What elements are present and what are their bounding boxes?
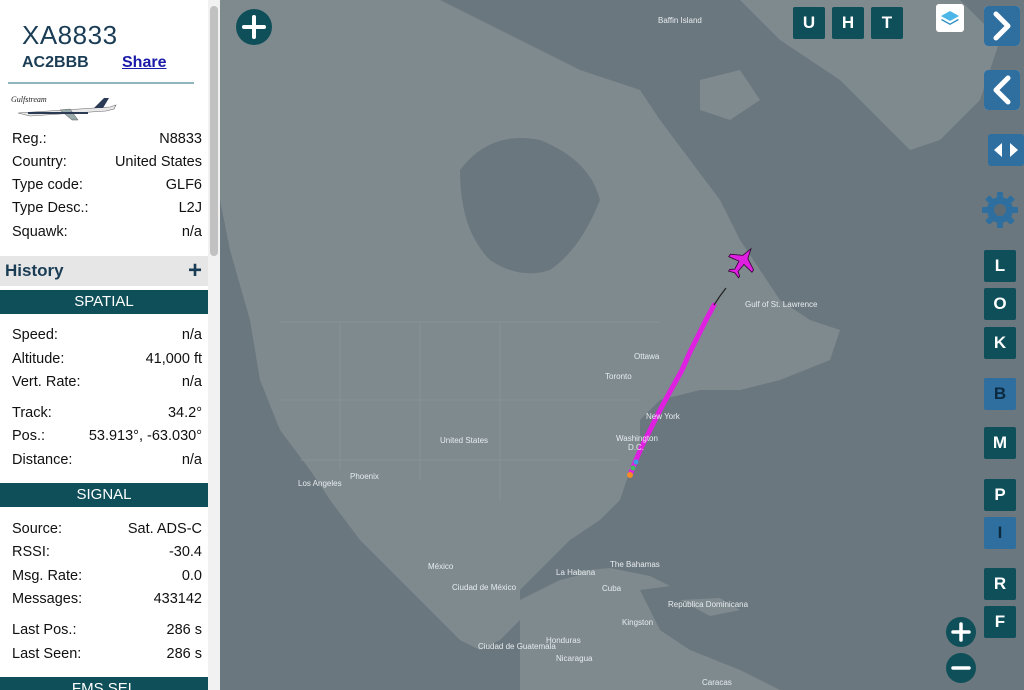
plus-icon[interactable]: + — [188, 257, 202, 285]
spatial-row-vert-rate: Vert. Rate: n/a — [12, 374, 202, 390]
map-view[interactable]: Baffin Island Gulf of St. Lawrence Ottaw… — [220, 0, 1024, 690]
toggle-b-button[interactable]: B — [984, 378, 1016, 410]
detail-row-reg: Reg.: N8833 — [12, 131, 202, 147]
section-fms-sel: FMS SEL — [0, 677, 208, 690]
map-label-new-york: New York — [646, 412, 680, 421]
map-label-ciudad-de-mexico: Ciudad de México — [452, 583, 517, 592]
spatial-row-distance: Distance: n/a — [12, 452, 202, 468]
toggle-m-button[interactable]: M — [984, 427, 1016, 459]
detail-row-country: Country: United States — [12, 154, 202, 170]
map-label-phoenix: Phoenix — [350, 472, 379, 481]
history-header[interactable]: History + — [0, 256, 208, 286]
callsign: XA8833 — [22, 20, 118, 50]
map-label-ciudad-de-guatemala: Ciudad de Guatemala — [478, 642, 556, 651]
map-label-united-states: United States — [440, 436, 489, 445]
toggle-l-button[interactable]: L — [984, 250, 1016, 282]
resize-panel-button[interactable] — [988, 134, 1024, 166]
zoom-in-button-top[interactable] — [236, 9, 272, 45]
map-label-ottawa: Ottawa — [634, 352, 660, 361]
share-link[interactable]: Share — [122, 54, 166, 72]
layers-icon — [941, 11, 959, 25]
chevron-right-icon — [984, 6, 1020, 46]
detail-row-squawk: Squawk: n/a — [12, 224, 202, 240]
detail-row-type-code: Type code: GLF6 — [12, 177, 202, 193]
signal-row-msg-rate: Msg. Rate: 0.0 — [12, 568, 202, 584]
map-label-mexico: México — [428, 562, 454, 571]
toggle-k-button[interactable]: K — [984, 327, 1016, 359]
spatial-row-position: Pos.: 53.913°, -63.030° — [12, 428, 202, 444]
zoom-out-button[interactable] — [946, 653, 976, 683]
map-label-baffin: Baffin Island — [658, 16, 702, 25]
divider — [8, 82, 194, 84]
expand-panel-button[interactable] — [984, 6, 1020, 46]
section-spatial: SPATIAL — [0, 290, 208, 314]
map-label-republica-dominicana: República Dominicana — [668, 600, 749, 609]
collapse-panel-button[interactable] — [984, 70, 1020, 110]
map-label-washington: Washington — [616, 434, 658, 443]
settings-button[interactable] — [980, 190, 1020, 230]
signal-row-messages: Messages: 433142 — [12, 591, 202, 607]
map-label-dc: D.C. — [628, 443, 644, 452]
toggle-p-button[interactable]: P — [984, 479, 1016, 511]
map-label-la-habana: La Habana — [556, 568, 596, 577]
toggle-f-button[interactable]: F — [984, 606, 1016, 638]
toggle-r-button[interactable]: R — [984, 568, 1016, 600]
map-label-caracas: Caracas — [702, 678, 732, 687]
signal-row-source: Source: Sat. ADS-C — [12, 521, 202, 537]
toggle-t-button[interactable]: T — [871, 7, 903, 39]
aircraft-thumbnail: Gulfstream — [11, 95, 117, 121]
section-signal: SIGNAL — [0, 483, 208, 507]
map-label-los-angeles: Los Angeles — [298, 479, 342, 488]
map-label-cuba: Cuba — [602, 584, 622, 593]
arrows-horizontal-icon — [994, 143, 1018, 157]
layers-button[interactable] — [936, 4, 964, 32]
hex-code: AC2BBB — [22, 54, 89, 71]
aircraft-info-panel: XA8833 AC2BBB Share Gulfstream Reg.: N883… — [0, 0, 208, 690]
map-label-bahamas: The Bahamas — [610, 560, 660, 569]
map-label-gulf: Gulf of St. Lawrence — [745, 300, 818, 309]
toggle-u-button[interactable]: U — [793, 7, 825, 39]
chevron-left-icon — [984, 70, 1020, 110]
gear-icon — [982, 192, 1018, 228]
minus-icon — [951, 666, 971, 670]
toggle-h-button[interactable]: H — [832, 7, 864, 39]
sidebar-scrollbar[interactable] — [208, 0, 220, 690]
spatial-row-track: Track: 34.2° — [12, 405, 202, 421]
detail-row-type-desc: Type Desc.: L2J — [12, 200, 202, 216]
map-label-kingston: Kingston — [622, 618, 654, 627]
plus-icon — [242, 15, 266, 39]
zoom-in-button[interactable] — [946, 617, 976, 647]
signal-row-rssi: RSSI: -30.4 — [12, 544, 202, 560]
signal-row-last-seen: Last Seen: 286 s — [12, 646, 202, 662]
signal-row-last-pos: Last Pos.: 286 s — [12, 622, 202, 638]
map-label-toronto: Toronto — [605, 372, 632, 381]
map-label-nicaragua: Nicaragua — [556, 654, 593, 663]
spatial-row-altitude: Altitude: 41,000 ft — [12, 351, 202, 367]
toggle-o-button[interactable]: O — [984, 288, 1016, 320]
map-label-honduras: Honduras — [546, 636, 581, 645]
history-title: History — [5, 261, 64, 280]
scrollbar-thumb[interactable] — [210, 6, 218, 256]
plus-icon — [951, 622, 971, 642]
toggle-i-button[interactable]: I — [984, 517, 1016, 549]
logo-text: Gulfstream — [11, 95, 47, 104]
spatial-row-speed: Speed: n/a — [12, 327, 202, 343]
map-canvas — [220, 0, 1024, 690]
